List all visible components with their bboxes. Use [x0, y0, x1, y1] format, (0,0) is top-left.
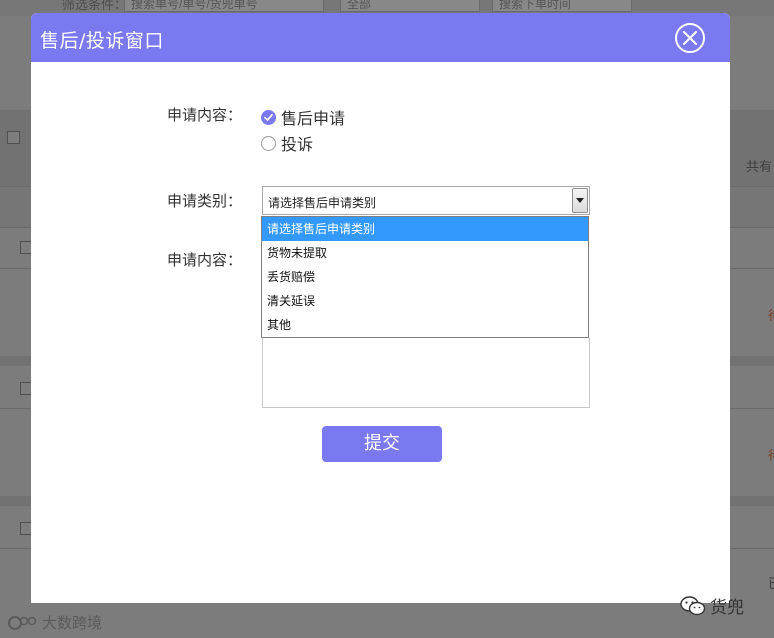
- watermark-left: 大数跨境: [8, 612, 102, 633]
- submit-button[interactable]: 提交: [322, 426, 442, 462]
- dropdown-option[interactable]: 丢货赔偿: [262, 265, 588, 289]
- background-search-input: 搜索单号/单号/货兜单号: [124, 0, 324, 12]
- close-button[interactable]: [675, 23, 705, 53]
- background-row-status: 已: [768, 573, 774, 592]
- background-time-input: 搜索下单时间: [492, 0, 632, 12]
- background-total-text: 共有: [746, 159, 773, 174]
- dropdown-option[interactable]: 清关延误: [262, 289, 588, 313]
- wechat-icon: [680, 595, 706, 615]
- category-select-value: 请选择售后申请类别: [268, 196, 377, 210]
- dropdown-option[interactable]: 请选择售后申请类别: [262, 217, 588, 241]
- radio-checked-icon: [261, 109, 276, 125]
- background-select-all-checkbox: [7, 131, 20, 144]
- content-label: 申请内容：: [167, 251, 243, 269]
- radio-after-sales[interactable]: 售后申请: [261, 105, 345, 129]
- close-icon: [683, 31, 697, 45]
- watermark-left-text: 大数跨境: [42, 614, 103, 632]
- radio-after-sales-label: 售后申请: [281, 109, 346, 128]
- radio-complaint[interactable]: 投诉: [261, 131, 313, 155]
- radio-unchecked-icon: [261, 135, 276, 151]
- watermark-right-text: 货兜: [710, 598, 744, 618]
- after-sales-modal: 售后/投诉窗口 申请内容： 售后申请 投诉 申请类别： 请选择售后申请类别 申请…: [31, 13, 730, 603]
- select-arrow-button[interactable]: [572, 188, 588, 213]
- content-textarea[interactable]: [262, 338, 590, 408]
- category-label: 申请类别：: [167, 192, 243, 210]
- modal-header: 售后/投诉窗口: [31, 13, 730, 62]
- watermark-right: 货兜: [680, 593, 744, 618]
- category-select[interactable]: 请选择售后申请类别: [262, 186, 590, 215]
- watermark-logo-icon: [8, 615, 37, 630]
- category-dropdown-list: 请选择售后申请类别 货物未提取 丢货赔偿 清关延误 其他: [261, 216, 589, 338]
- background-status-select: 全部: [340, 0, 480, 12]
- radio-complaint-label: 投诉: [281, 135, 314, 154]
- dropdown-option[interactable]: 货物未提取: [262, 241, 588, 265]
- dropdown-option[interactable]: 其他: [262, 313, 588, 337]
- background-row-status: 待: [768, 445, 774, 464]
- background-filter-label: 筛选条件：: [62, 0, 128, 12]
- chevron-down-icon: [576, 198, 584, 203]
- type-label: 申请内容：: [167, 106, 243, 124]
- modal-title: 售后/投诉窗口: [40, 30, 164, 52]
- background-row-status: 待: [768, 305, 774, 324]
